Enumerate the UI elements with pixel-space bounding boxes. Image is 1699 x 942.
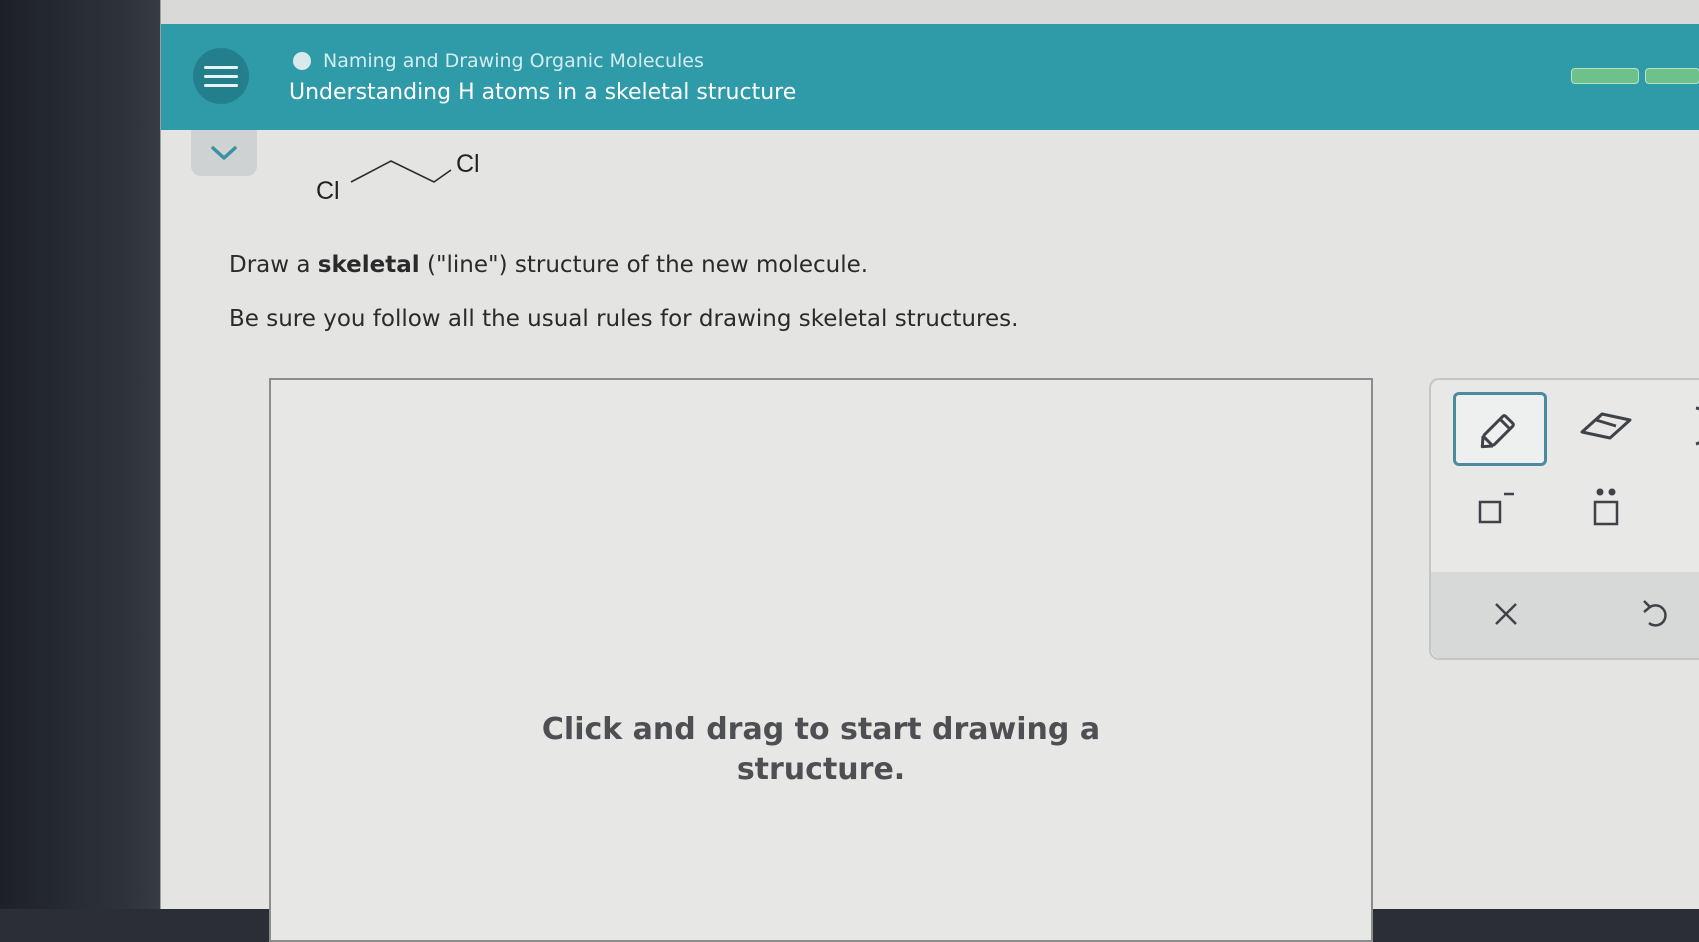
chlorine-right-label: Cl bbox=[456, 150, 480, 178]
progress-bar bbox=[1571, 68, 1699, 84]
drawing-canvas[interactable]: Click and drag to start drawing a struct… bbox=[269, 378, 1373, 942]
eraser-tool-button[interactable] bbox=[1571, 398, 1641, 454]
instruction-line-1: Draw a skeletal ("line") structure of th… bbox=[229, 252, 868, 278]
progress-segment bbox=[1644, 68, 1699, 84]
clear-button[interactable] bbox=[1471, 586, 1541, 642]
pencil-icon bbox=[1480, 414, 1515, 449]
canvas-hint-line-1: Click and drag to start drawing a bbox=[541, 712, 1101, 747]
molecule-drawing: Cl Cl bbox=[316, 150, 480, 205]
instruction-suffix: ("line") structure of the new molecule. bbox=[419, 252, 869, 278]
instruction-bold: skeletal bbox=[317, 252, 420, 278]
header-bar: Naming and Drawing Organic Molecules Und… bbox=[161, 24, 1699, 130]
lone-pair-button[interactable] bbox=[1571, 480, 1641, 536]
template-icon bbox=[1695, 406, 1699, 446]
monitor-bezel bbox=[0, 0, 175, 909]
canvas-hint-line-2: structure. bbox=[736, 752, 906, 787]
chevron-down-icon bbox=[211, 146, 237, 160]
collapse-toggle[interactable] bbox=[191, 130, 257, 176]
lone-pair-icon bbox=[1593, 488, 1619, 526]
pencil-tool-button[interactable] bbox=[1453, 392, 1547, 466]
clear-icon bbox=[1495, 603, 1517, 625]
status-circle-icon bbox=[293, 52, 311, 70]
undo-icon bbox=[1643, 600, 1667, 627]
app-window: Naming and Drawing Organic Molecules Und… bbox=[160, 0, 1699, 942]
topic-title: Naming and Drawing Organic Molecules bbox=[323, 50, 704, 72]
menu-button[interactable] bbox=[193, 48, 249, 104]
negative-charge-icon bbox=[1478, 492, 1514, 524]
template-tool-button[interactable] bbox=[1681, 398, 1699, 454]
topic-row: Naming and Drawing Organic Molecules bbox=[293, 50, 704, 72]
negative-charge-button[interactable] bbox=[1461, 480, 1531, 536]
progress-segment bbox=[1571, 68, 1639, 84]
canvas-hint: Click and drag to start drawing a struct… bbox=[271, 710, 1371, 790]
hamburger-icon-line bbox=[204, 83, 238, 87]
carbon-chain-bonds bbox=[350, 160, 452, 183]
eraser-icon bbox=[1580, 412, 1632, 440]
molecule-structure: Cl Cl bbox=[301, 140, 501, 210]
undo-button[interactable] bbox=[1621, 586, 1691, 642]
lesson-title: Understanding H atoms in a skeletal stru… bbox=[289, 80, 797, 105]
drawing-toolbox bbox=[1429, 378, 1699, 660]
instruction-prefix: Draw a bbox=[229, 252, 318, 278]
instruction-line-2: Be sure you follow all the usual rules f… bbox=[229, 306, 1019, 332]
hamburger-icon-line bbox=[204, 65, 238, 69]
top-strip bbox=[161, 0, 1699, 25]
toolbox-actions bbox=[1431, 572, 1699, 658]
hamburger-icon-line bbox=[204, 74, 238, 78]
chlorine-left-label: Cl bbox=[316, 177, 340, 205]
